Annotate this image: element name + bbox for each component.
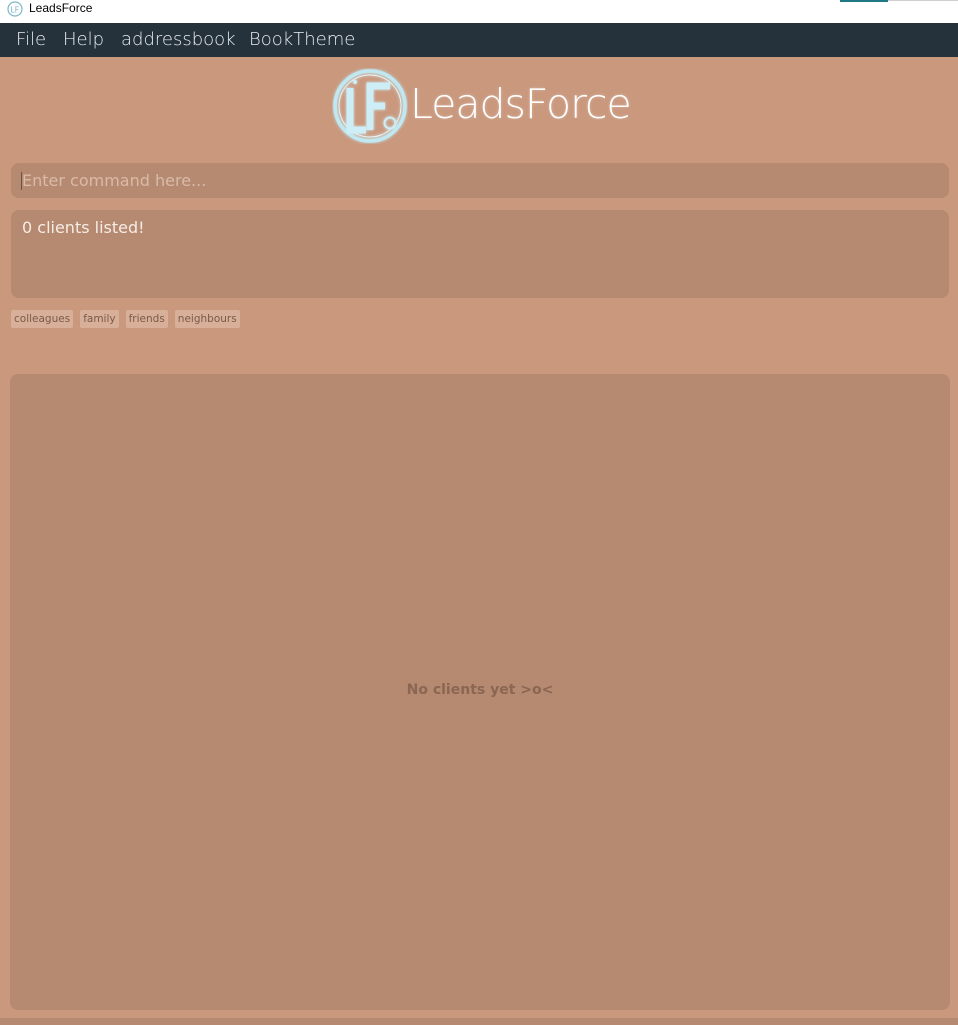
svg-text:LF: LF [10,6,19,15]
menu-help[interactable]: Help [63,23,104,57]
window-title-bar: LF LeadsForce [0,0,958,23]
window-control-strip[interactable] [840,0,888,2]
tag-list: colleagues family friends neighbours [11,310,240,328]
command-input[interactable] [22,163,938,198]
menu-file[interactable]: File [16,23,46,57]
tag-friends[interactable]: friends [125,310,168,328]
app-logo-icon: LF [7,1,23,17]
status-bar [0,1018,958,1025]
menu-addressbook[interactable]: addressbook [121,23,236,57]
text-caret [21,172,22,190]
app-brand-title: LeadsForce [410,80,632,128]
window-control-strip-2[interactable] [888,0,958,1]
leadsforce-logo [333,69,407,143]
tag-neighbours[interactable]: neighbours [174,310,240,328]
command-box [11,163,949,198]
window-title: LeadsForce [29,1,93,15]
tag-family[interactable]: family [80,310,119,328]
result-message: 0 clients listed! [22,218,145,237]
client-list-panel[interactable]: No clients yet >o< [10,374,950,1010]
menu-bar: File Help addressbook BookTheme [0,23,958,57]
tag-colleagues[interactable]: colleagues [11,310,74,328]
result-display[interactable]: 0 clients listed! [11,210,949,298]
menu-booktheme[interactable]: BookTheme [249,23,355,57]
empty-list-message: No clients yet >o< [406,682,554,698]
